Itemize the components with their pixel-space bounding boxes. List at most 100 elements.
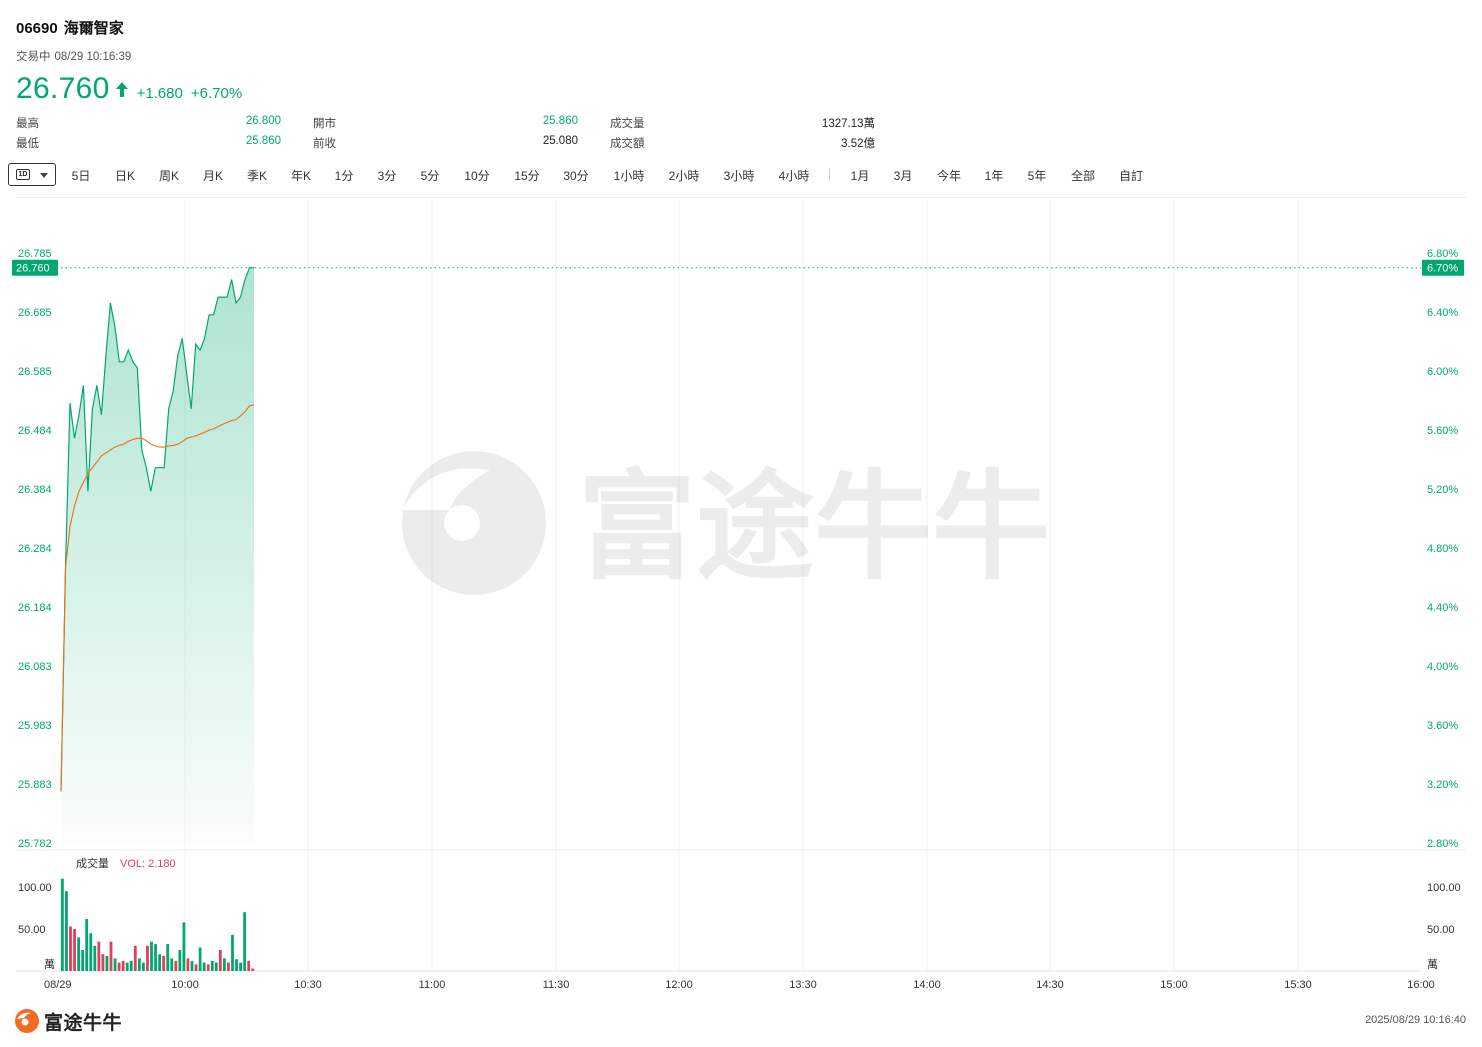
pct-tick-label: 4.80%: [1427, 543, 1458, 555]
x-tick-label: 13:30: [789, 979, 817, 991]
price-tick-label: 26.284: [18, 543, 52, 555]
volume-bar: [137, 958, 141, 971]
volume-bar: [194, 964, 198, 971]
price-tick-label: 25.983: [18, 720, 52, 732]
volume-bar: [129, 960, 133, 971]
volume-bar: [105, 955, 109, 971]
price-tick-label: 26.083: [18, 661, 52, 673]
price-tick-label: 26.384: [18, 484, 52, 496]
volume-bar: [113, 958, 117, 971]
volume-unit-label-right: 萬: [1427, 958, 1438, 971]
x-tick-label: 08/29: [44, 979, 72, 991]
intraday-chart[interactable]: 富途牛牛 26.785 26.685 26.585 26.484 26.384 26.28…: [0, 0, 1482, 1000]
price-tick-label: 25.883: [18, 779, 52, 791]
volume-bar: [85, 918, 89, 971]
pct-tick-label: 6.80%: [1427, 248, 1458, 260]
volume-bar: [218, 950, 222, 971]
volume-bar: [121, 960, 125, 971]
volume-bar: [198, 947, 202, 971]
volume-bar: [174, 960, 178, 971]
price-tick-label: 25.782: [18, 838, 52, 850]
current-pct-label: 6.70%: [1427, 263, 1458, 275]
volume-bar: [243, 912, 247, 971]
volume-bar: [97, 941, 101, 971]
volume-bar: [117, 962, 121, 971]
volume-bar: [77, 937, 80, 971]
volume-bar: [223, 958, 226, 971]
x-tick-label: 12:00: [665, 979, 693, 991]
pct-tick-label: 3.60%: [1427, 720, 1458, 732]
x-tick-label: 14:30: [1036, 979, 1064, 991]
volume-bar: [154, 944, 157, 971]
pct-tick-label: 5.20%: [1427, 484, 1458, 496]
volume-bar: [206, 964, 210, 971]
volume-bar: [93, 945, 97, 971]
volume-bar: [109, 941, 113, 971]
price-tick-label: 26.785: [18, 248, 52, 260]
volume-bar: [89, 933, 93, 971]
x-tick-label: 14:00: [913, 979, 941, 991]
pct-tick-label: 6.00%: [1427, 366, 1458, 378]
price-area-fill: [61, 267, 254, 843]
volume-bar: [125, 962, 129, 971]
volume-bar: [73, 929, 76, 971]
volume-bar: [235, 959, 238, 971]
volume-unit-label: 萬: [44, 958, 55, 971]
volume-bar: [239, 962, 242, 971]
volume-bar: [142, 962, 145, 971]
volume-bar: [65, 891, 68, 971]
volume-bar: [227, 962, 230, 971]
pct-tick-label: 3.20%: [1427, 779, 1458, 791]
volume-bar: [247, 960, 251, 971]
futu-logo-icon: [15, 1009, 39, 1033]
volume-bar: [178, 950, 182, 971]
price-tick-label: 26.585: [18, 366, 52, 378]
volume-tick-label-right: 100.00: [1427, 882, 1461, 894]
price-tick-label: 26.184: [18, 602, 52, 614]
pct-tick-label: 4.40%: [1427, 602, 1458, 614]
volume-bar: [166, 944, 170, 971]
x-tick-label: 15:30: [1284, 979, 1312, 991]
volume-bar: [190, 960, 194, 971]
volume-bar: [182, 922, 186, 971]
volume-bar: [158, 954, 161, 971]
pct-tick-label: 5.60%: [1427, 425, 1458, 437]
pct-tick-label: 4.00%: [1427, 661, 1458, 673]
brand-name: 富途牛牛: [44, 1012, 123, 1034]
x-tick-label: 10:00: [171, 979, 199, 991]
volume-bar: [251, 968, 255, 971]
volume-bar: [81, 950, 85, 971]
x-tick-label: 11:00: [419, 979, 446, 991]
current-price-label: 26.760: [16, 263, 50, 275]
volume-bar: [210, 960, 214, 971]
volume-bar: [61, 878, 64, 971]
volume-bar: [69, 926, 72, 971]
x-tick-label: 15:00: [1160, 979, 1188, 991]
volume-bar: [162, 955, 166, 971]
volume-indicator-text: VOL: 2.180: [120, 858, 176, 870]
volume-bar: [146, 945, 149, 971]
footer-timestamp: 2025/08/29 10:16:40: [1365, 1014, 1466, 1026]
pct-tick-label: 2.80%: [1427, 838, 1458, 850]
volume-title: 成交量: [76, 856, 109, 870]
volume-layer: [61, 878, 255, 971]
volume-bar: [170, 958, 174, 971]
price-tick-label: 26.685: [18, 307, 52, 319]
volume-tick-label: 100.00: [18, 882, 52, 894]
price-tick-label: 26.484: [18, 425, 52, 437]
volume-tick-label-right: 50.00: [1427, 924, 1455, 936]
volume-bar: [101, 954, 105, 971]
volume-bar: [231, 934, 234, 971]
x-tick-label: 11:30: [543, 979, 570, 991]
volume-bar: [150, 941, 153, 971]
watermark: 富途牛牛: [402, 451, 1050, 596]
volume-bar: [214, 962, 218, 971]
x-tick-label: 10:30: [294, 979, 322, 991]
pct-tick-label: 6.40%: [1427, 307, 1458, 319]
x-tick-label: 16:00: [1407, 979, 1435, 991]
watermark-text: 富途牛牛: [578, 458, 1050, 596]
brand-logo: 富途牛牛: [14, 1008, 122, 1034]
volume-tick-label: 50.00: [18, 924, 46, 936]
volume-bar: [133, 945, 137, 971]
volume-bar: [186, 958, 190, 971]
